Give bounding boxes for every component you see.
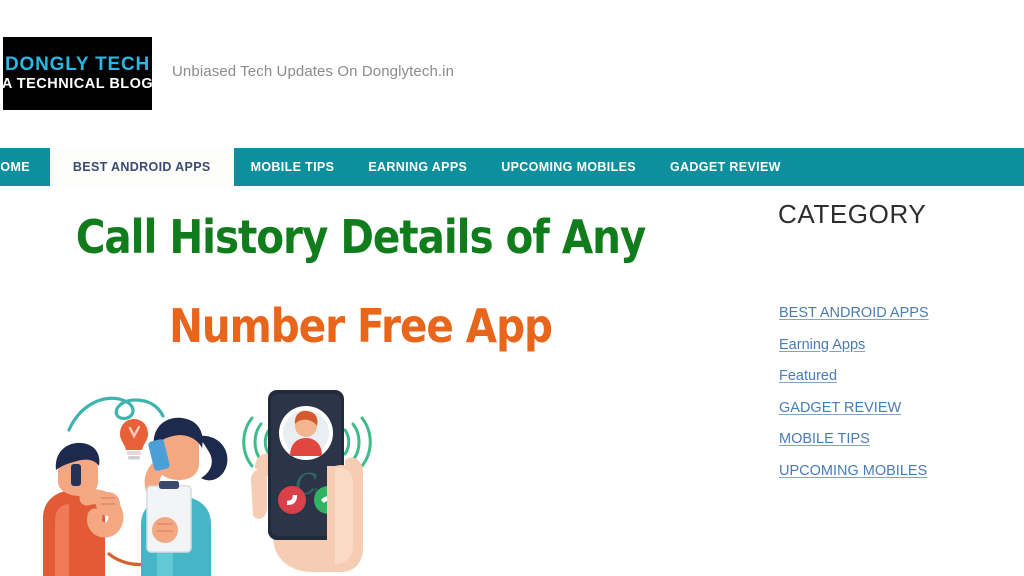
article-title-line-2: Number Free App [169, 299, 553, 353]
content-area: Call History Details of Any Number Free … [0, 186, 1024, 576]
article-featured-image: Call History Details of Any Number Free … [3, 186, 718, 576]
category-link-best-android-apps[interactable]: BEST ANDROID APPS [779, 305, 929, 321]
nav-item-earning-apps[interactable]: EARNING APPS [351, 148, 484, 186]
sidebar-heading-category: CATEGORY [778, 199, 927, 229]
list-item: BEST ANDROID APPS [779, 304, 1019, 322]
category-link-upcoming-mobiles[interactable]: UPCOMING MOBILES [779, 463, 927, 479]
site-logo[interactable]: DONGLY TECH A TECHNICAL BLOG [1, 37, 154, 110]
category-link-mobile-tips[interactable]: MOBILE TIPS [779, 431, 870, 447]
category-list: BEST ANDROID APPS Earning Apps Featured … [779, 304, 1019, 493]
category-link-earning-apps[interactable]: Earning Apps [779, 337, 865, 353]
list-item: UPCOMING MOBILES [779, 462, 1019, 480]
category-link-gadget-review[interactable]: GADGET REVIEW [779, 400, 901, 416]
list-item: GADGET REVIEW [779, 399, 1019, 417]
incoming-call-phone-illustration: C u [242, 390, 372, 572]
category-link-featured[interactable]: Featured [779, 368, 837, 384]
nav-item-upcoming-mobiles[interactable]: UPCOMING MOBILES [484, 148, 653, 186]
logo-primary-text: DONGLY TECH [5, 54, 150, 76]
nav-item-home[interactable]: HOME [0, 148, 50, 186]
logo-secondary-text: A TECHNICAL BLOG [1, 76, 154, 93]
nav-item-mobile-tips[interactable]: MOBILE TIPS [234, 148, 352, 186]
article-title-line-1: Call History Details of Any [75, 210, 647, 264]
site-header: DONGLY TECH A TECHNICAL BLOG Unbiased Te… [0, 0, 1024, 148]
list-item: Earning Apps [779, 336, 1019, 354]
nav-item-best-android-apps[interactable]: BEST ANDROID APPS [49, 148, 234, 186]
site-tagline: Unbiased Tech Updates On Donglytech.in [172, 63, 455, 80]
two-people-on-phones-illustration [43, 396, 228, 576]
page-root: DONGLY TECH A TECHNICAL BLOG Unbiased Te… [0, 0, 1024, 576]
main-navigation: HOME BEST ANDROID APPS MOBILE TIPS EARNI… [0, 148, 1024, 186]
list-item: MOBILE TIPS [779, 430, 1019, 448]
sidebar: CATEGORY BEST ANDROID APPS Earning Apps … [760, 186, 1024, 576]
list-item: Featured [779, 367, 1019, 385]
nav-item-gadget-review[interactable]: GADGET REVIEW [653, 148, 798, 186]
